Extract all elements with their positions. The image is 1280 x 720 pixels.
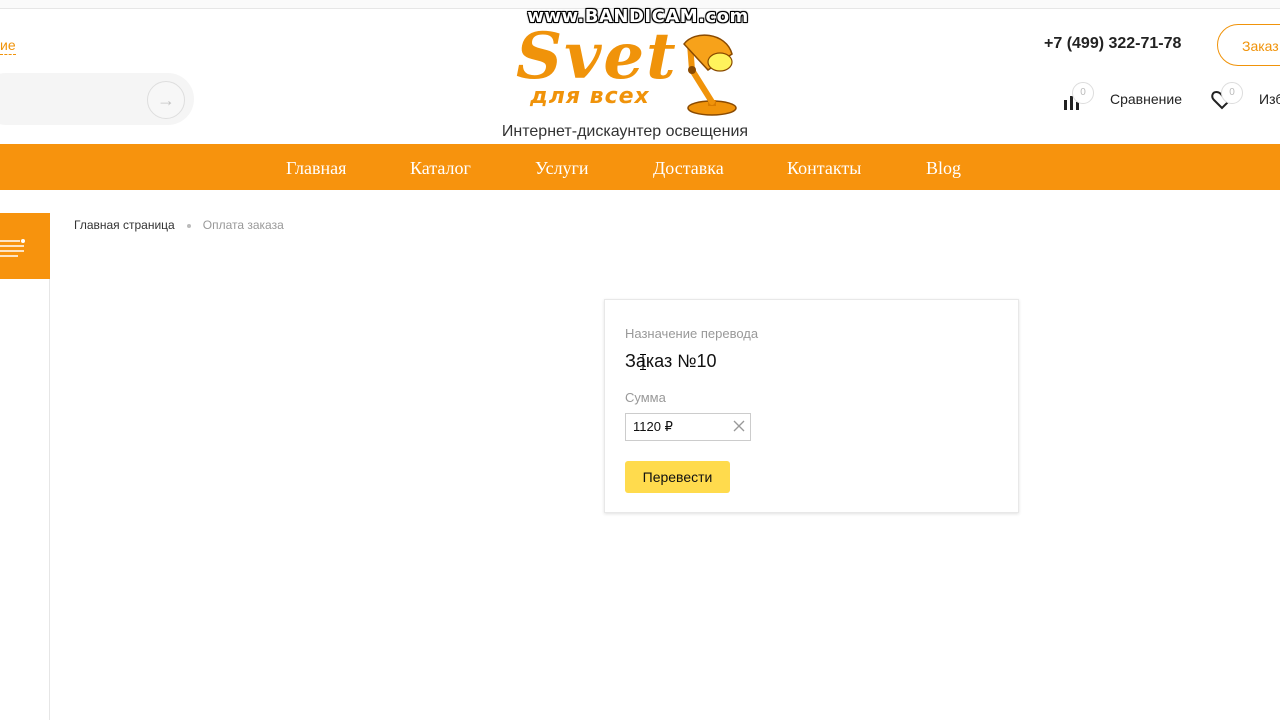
nav-item-delivery[interactable]: Доставка bbox=[653, 144, 724, 190]
main-nav: Главная Каталог Услуги Доставка Контакты… bbox=[0, 144, 1280, 190]
purpose-label: Назначение перевода bbox=[625, 326, 759, 341]
logo-word: Svet bbox=[516, 19, 678, 94]
breadcrumb-current: Оплата заказа bbox=[202, 218, 284, 232]
logo-subtitle: для всех bbox=[530, 84, 650, 109]
clear-icon[interactable] bbox=[732, 419, 746, 433]
nav-item-home[interactable]: Главная bbox=[286, 144, 346, 190]
favorites-link[interactable]: Изб bbox=[1259, 91, 1280, 107]
payment-form: Назначение перевода Заказ №10 Сумма 1120… bbox=[604, 299, 1019, 513]
recorder-watermark: www.BANDICAM.com bbox=[527, 6, 749, 27]
arrow-right-icon: → bbox=[157, 90, 175, 110]
sum-value: 1120 ₽ bbox=[633, 419, 673, 434]
site-logo[interactable]: Svet для всех bbox=[512, 24, 742, 116]
transfer-button[interactable]: Перевести bbox=[625, 461, 730, 493]
nav-item-contacts[interactable]: Контакты bbox=[787, 144, 861, 190]
nav-item-services[interactable]: Услуги bbox=[535, 144, 589, 190]
nav-item-blog[interactable]: Blog bbox=[926, 144, 961, 190]
breadcrumb: Главная страница Оплата заказа bbox=[74, 217, 284, 233]
favorites-count-badge: 0 bbox=[1221, 82, 1243, 104]
site-tagline: Интернет-дискаунтер освещения bbox=[501, 123, 749, 140]
text-cursor-icon bbox=[640, 354, 646, 370]
sidebar-divider bbox=[49, 279, 50, 720]
menu-icon bbox=[0, 239, 25, 257]
sidebar-menu-toggle[interactable] bbox=[0, 213, 50, 279]
breadcrumb-home-link[interactable]: Главная страница bbox=[74, 218, 175, 232]
search-submit-button[interactable]: → bbox=[147, 81, 185, 119]
compare-link[interactable]: Сравнение bbox=[1110, 91, 1182, 107]
phone-number[interactable]: +7 (499) 322-71-78 bbox=[1044, 35, 1181, 53]
nav-item-catalog[interactable]: Каталог bbox=[410, 144, 471, 190]
breadcrumb-separator bbox=[186, 223, 191, 228]
desk-lamp-icon bbox=[683, 34, 737, 116]
sum-label: Сумма bbox=[625, 390, 666, 405]
sum-input[interactable]: 1120 ₽ bbox=[625, 413, 751, 441]
city-link[interactable]: ие bbox=[0, 36, 16, 55]
purpose-value: Заказ №10 bbox=[625, 351, 717, 371]
order-call-button[interactable]: Заказ bbox=[1217, 24, 1280, 66]
compare-count-badge: 0 bbox=[1072, 82, 1094, 104]
